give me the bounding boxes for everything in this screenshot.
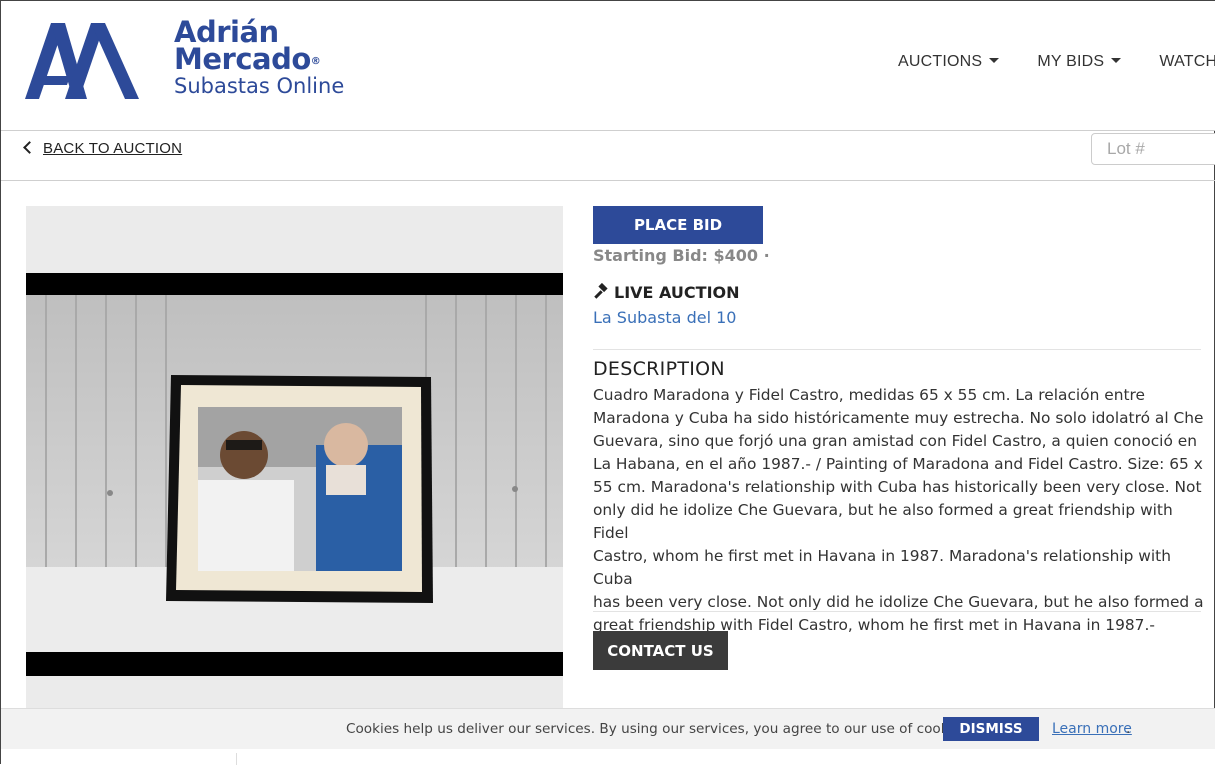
nav-watched[interactable]: WATCHED [1159, 53, 1215, 71]
starting-bid: Starting Bid: $400 · [593, 246, 770, 265]
divider [593, 349, 1201, 350]
brand-logo-mark [25, 23, 139, 99]
auction-name-link[interactable]: La Subasta del 10 [593, 308, 736, 327]
description-line: Maradona y Cuba ha sido históricamente m… [593, 409, 1204, 427]
caret-down-icon [989, 58, 1000, 64]
description-title: DESCRIPTION [593, 358, 725, 380]
description-line: Castro, whom he first met in Havana in 1… [593, 547, 1171, 588]
gavel-icon [594, 283, 608, 299]
brand-tagline: Subastas Online [174, 74, 345, 98]
description-line: only did he idolize Che Guevara, but he … [593, 501, 1173, 542]
cookie-message: Cookies help us deliver our services. By… [346, 721, 973, 737]
contact-us-button[interactable]: CONTACT US [593, 631, 728, 670]
live-auction-heading: LIVE AUCTION [593, 283, 740, 302]
lot-image-panel [26, 206, 563, 711]
nav-my-bids[interactable]: MY BIDS [1037, 53, 1122, 71]
dismiss-cookies-button[interactable]: DISMISS [943, 717, 1039, 741]
learn-more-suffix: . [1126, 721, 1131, 737]
back-to-auction-link[interactable]: BACK TO AUCTION [23, 140, 183, 157]
description-line: 55 cm. Maradona's relationship with Cuba… [593, 478, 1202, 496]
nav-my-bids-label: MY BIDS [1037, 53, 1105, 70]
chevron-left-icon [23, 141, 36, 154]
place-bid-button[interactable]: PLACE BID [593, 206, 763, 244]
brand-wordmark: Adrián Mercado® Subastas Online [174, 18, 345, 99]
lot-photo-image [26, 295, 563, 652]
lot-toolbar: BACK TO AUCTION [1, 131, 1215, 181]
brand-name-text: Mercado [174, 42, 311, 76]
learn-more-link[interactable]: Learn more [1052, 721, 1132, 737]
nav-auctions[interactable]: AUCTIONS [898, 53, 1000, 71]
footer-strip [1, 749, 1215, 765]
caret-down-icon [1111, 58, 1122, 64]
divider [593, 611, 1201, 612]
description-text: Cuadro Maradona y Fidel Castro, medidas … [593, 384, 1205, 637]
divider [236, 753, 237, 765]
site-header: Adrián Mercado® Subastas Online AUCTIONS… [1, 1, 1215, 131]
cookie-banner: Cookies help us deliver our services. By… [1, 708, 1215, 749]
back-to-auction-label: BACK TO AUCTION [43, 140, 183, 157]
description-line: Cuadro Maradona y Fidel Castro, medidas … [593, 386, 1145, 404]
description-line: Guevara, sino que forjó una gran amistad… [593, 432, 1197, 450]
lot-photo[interactable] [26, 273, 563, 676]
main-nav: AUCTIONS MY BIDS WATCHED [898, 51, 1215, 71]
brand-logo[interactable]: Adrián Mercado® Subastas Online [25, 18, 355, 103]
brand-name-line2: Mercado® [174, 45, 344, 74]
nav-auctions-label: AUCTIONS [898, 53, 983, 70]
nav-watched-label: WATCHED [1159, 53, 1215, 70]
live-auction-label: LIVE AUCTION [614, 283, 740, 302]
description-line: La Habana, en el año 1987.- / Painting o… [593, 455, 1203, 473]
lot-number-input[interactable] [1091, 133, 1215, 165]
registered-mark: ® [310, 56, 321, 67]
